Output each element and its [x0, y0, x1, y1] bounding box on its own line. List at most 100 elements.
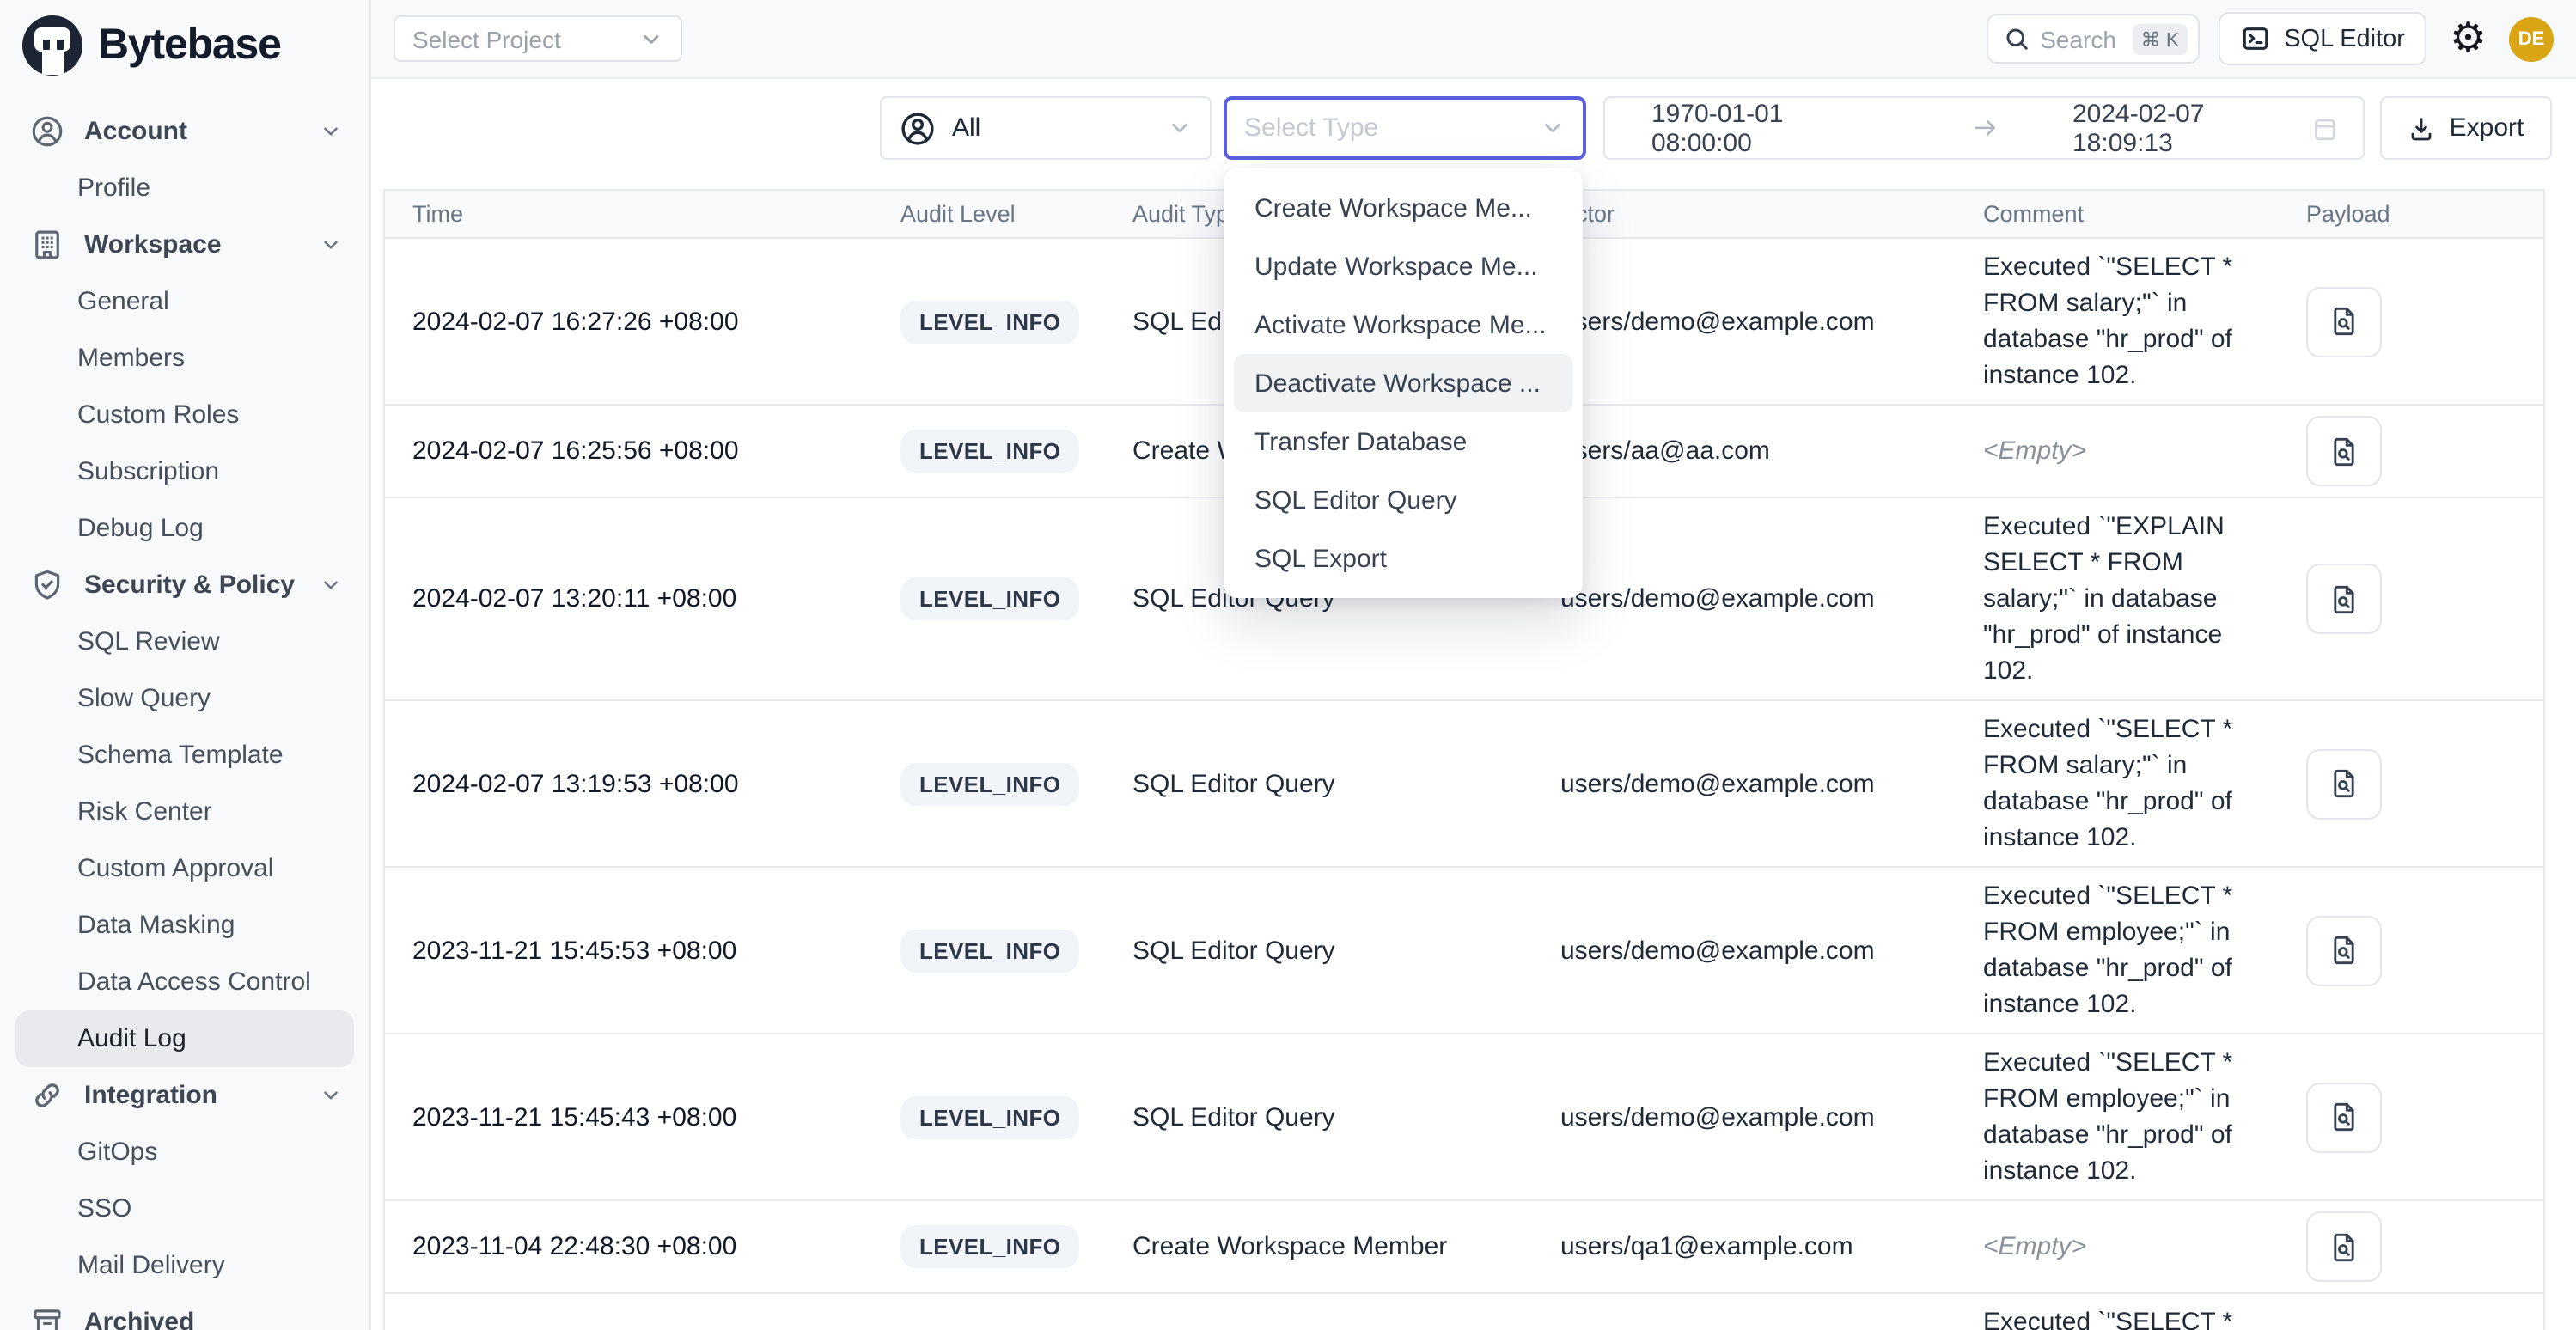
sidebar-item-sql-review[interactable]: SQL Review	[0, 613, 369, 670]
chevron-down-icon	[320, 574, 342, 596]
dropdown-option-transfer-database[interactable]: Transfer Database	[1224, 412, 1583, 471]
terminal-icon	[2241, 24, 2270, 53]
topbar: Select Project Search ⌘ K SQL Editor ⚙ D…	[371, 0, 2576, 79]
actor-filter-select[interactable]: All	[880, 96, 1212, 160]
sidebar-section-security-policy[interactable]: Security & Policy	[0, 557, 369, 613]
chevron-down-icon	[639, 27, 663, 51]
cell-actor: users/demo@example.com	[1533, 936, 1956, 965]
sidebar-item-subscription[interactable]: Subscription	[0, 443, 369, 500]
sidebar-item-label: GitOps	[77, 1138, 157, 1167]
export-button[interactable]: Export	[2380, 96, 2552, 160]
sql-editor-button[interactable]: SQL Editor	[2219, 12, 2427, 65]
bytebase-logo-icon	[22, 15, 82, 75]
sidebar-item-risk-center[interactable]: Risk Center	[0, 784, 369, 840]
brand-name: Bytebase	[98, 20, 281, 70]
cell-comment: Executed `"SELECT * FROM department;"` i…	[1956, 1304, 2275, 1330]
sidebar-item-label: Data Access Control	[77, 967, 311, 997]
audit-level-badge: LEVEL_INFO	[900, 762, 1079, 805]
col-time: Time	[385, 201, 873, 227]
sidebar-item-label: SSO	[77, 1194, 131, 1223]
chevron-down-icon	[320, 120, 342, 143]
sidebar-item-label: Members	[77, 344, 185, 373]
sidebar-item-audit-log[interactable]: Audit Log	[15, 1010, 354, 1067]
sidebar-section-account[interactable]: Account	[0, 103, 369, 160]
dropdown-option-activate-workspace-me[interactable]: Activate Workspace Me...	[1224, 296, 1583, 354]
cell-payload	[2279, 416, 2543, 486]
sidebar-item-custom-roles[interactable]: Custom Roles	[0, 387, 369, 443]
sidebar-item-custom-approval[interactable]: Custom Approval	[0, 840, 369, 897]
payload-view-button[interactable]	[2306, 416, 2382, 486]
export-label: Export	[2450, 113, 2524, 143]
table-row: 2023-11-04 22:48:30 +08:00 LEVEL_INFO Crea…	[385, 1201, 2543, 1294]
cell-audit-level: LEVEL_INFO	[873, 430, 1105, 473]
cell-audit-level: LEVEL_INFO	[873, 577, 1105, 620]
audit-level-badge: LEVEL_INFO	[900, 577, 1079, 620]
cell-payload	[2279, 1211, 2543, 1282]
sidebar-item-gitops[interactable]: GitOps	[0, 1124, 369, 1181]
sidebar-item-general[interactable]: General	[0, 273, 369, 330]
search-icon	[2004, 26, 2030, 52]
sidebar-item-data-masking[interactable]: Data Masking	[0, 897, 369, 954]
sidebar-item-slow-query[interactable]: Slow Query	[0, 670, 369, 727]
file-search-icon	[2327, 304, 2361, 339]
cell-payload	[2279, 1082, 2543, 1152]
payload-view-button[interactable]	[2306, 286, 2382, 357]
sidebar-item-profile[interactable]: Profile	[0, 160, 369, 217]
date-from-value[interactable]: 1970-01-01 08:00:00	[1651, 99, 1889, 157]
search-shortcut-badge: ⌘ K	[2132, 23, 2188, 54]
sidebar-item-data-access-control[interactable]: Data Access Control	[0, 954, 369, 1010]
cell-payload	[2279, 286, 2543, 357]
payload-view-button[interactable]	[2306, 915, 2382, 985]
sidebar-item-label: Profile	[77, 174, 150, 203]
cell-comment: Executed `"EXPLAIN SELECT * FROM salary;…	[1956, 509, 2275, 689]
person-circle-icon	[899, 109, 937, 147]
file-search-icon	[2327, 766, 2361, 801]
sidebar-section-integration[interactable]: Integration	[0, 1067, 369, 1124]
dropdown-option-update-workspace-me[interactable]: Update Workspace Me...	[1224, 237, 1583, 296]
sidebar-item-label: Data Masking	[77, 911, 235, 940]
cell-comment: <Empty>	[1956, 1229, 2275, 1265]
audit-level-badge: LEVEL_INFO	[900, 430, 1079, 473]
date-range-picker[interactable]: 1970-01-01 08:00:00 2024-02-07 18:09:13	[1603, 96, 2365, 160]
sidebar-item-schema-template[interactable]: Schema Template	[0, 727, 369, 784]
sidebar-section-label: Account	[84, 117, 301, 146]
payload-view-button[interactable]	[2306, 564, 2382, 634]
sidebar-item-label: Subscription	[77, 457, 219, 486]
calendar-icon	[2310, 113, 2341, 143]
table-row: 2023-11-04 21:26:34 +08:00LEVEL_INFOSQL …	[385, 1294, 2543, 1330]
audit-level-badge: LEVEL_INFO	[900, 1225, 1079, 1268]
cell-payload	[2279, 915, 2543, 985]
avatar[interactable]: DE	[2509, 16, 2554, 61]
cell-time: 2023-11-21 15:45:43 +08:00	[385, 1102, 873, 1132]
cell-time: 2023-11-04 22:48:30 +08:00	[385, 1232, 873, 1261]
sidebar-item-sso[interactable]: SSO	[0, 1181, 369, 1237]
payload-view-button[interactable]	[2306, 1082, 2382, 1152]
sidebar-item-members[interactable]: Members	[0, 330, 369, 387]
date-to-value[interactable]: 2024-02-07 18:09:13	[2072, 99, 2310, 157]
cell-audit-type: Create Workspace Member	[1105, 1232, 1533, 1261]
sidebar-section-label: Security & Policy	[84, 570, 301, 600]
payload-view-button[interactable]	[2306, 1211, 2382, 1282]
sidebar-item-label: General	[77, 287, 169, 316]
sidebar-item-label: Debug Log	[77, 514, 204, 543]
audit-level-badge: LEVEL_INFO	[900, 300, 1079, 343]
gear-icon[interactable]: ⚙	[2450, 18, 2487, 59]
project-select[interactable]: Select Project	[394, 15, 682, 62]
cell-time: 2024-02-07 16:25:56 +08:00	[385, 436, 873, 466]
cell-actor: users/demo@example.com	[1533, 584, 1956, 613]
sidebar-section-workspace[interactable]: Workspace	[0, 217, 369, 273]
col-comment: Comment	[1956, 201, 2279, 227]
file-search-icon	[2327, 582, 2361, 616]
dropdown-option-sql-editor-query[interactable]: SQL Editor Query	[1224, 471, 1583, 529]
bytebase-logo[interactable]: Bytebase	[0, 0, 369, 79]
cell-audit-level: LEVEL_INFO	[873, 762, 1105, 805]
dropdown-option-create-workspace-me[interactable]: Create Workspace Me...	[1224, 179, 1583, 237]
payload-view-button[interactable]	[2306, 748, 2382, 819]
dropdown-option-deactivate-workspace[interactable]: Deactivate Workspace ...	[1234, 354, 1572, 412]
dropdown-option-sql-export[interactable]: SQL Export	[1224, 529, 1583, 588]
type-filter-select[interactable]: Select Type	[1224, 96, 1586, 160]
sidebar-item-debug-log[interactable]: Debug Log	[0, 500, 369, 557]
sidebar-item-mail-delivery[interactable]: Mail Delivery	[0, 1237, 369, 1294]
sidebar-section-archived[interactable]: Archived	[0, 1294, 369, 1330]
search-input[interactable]: Search ⌘ K	[1987, 14, 2200, 64]
